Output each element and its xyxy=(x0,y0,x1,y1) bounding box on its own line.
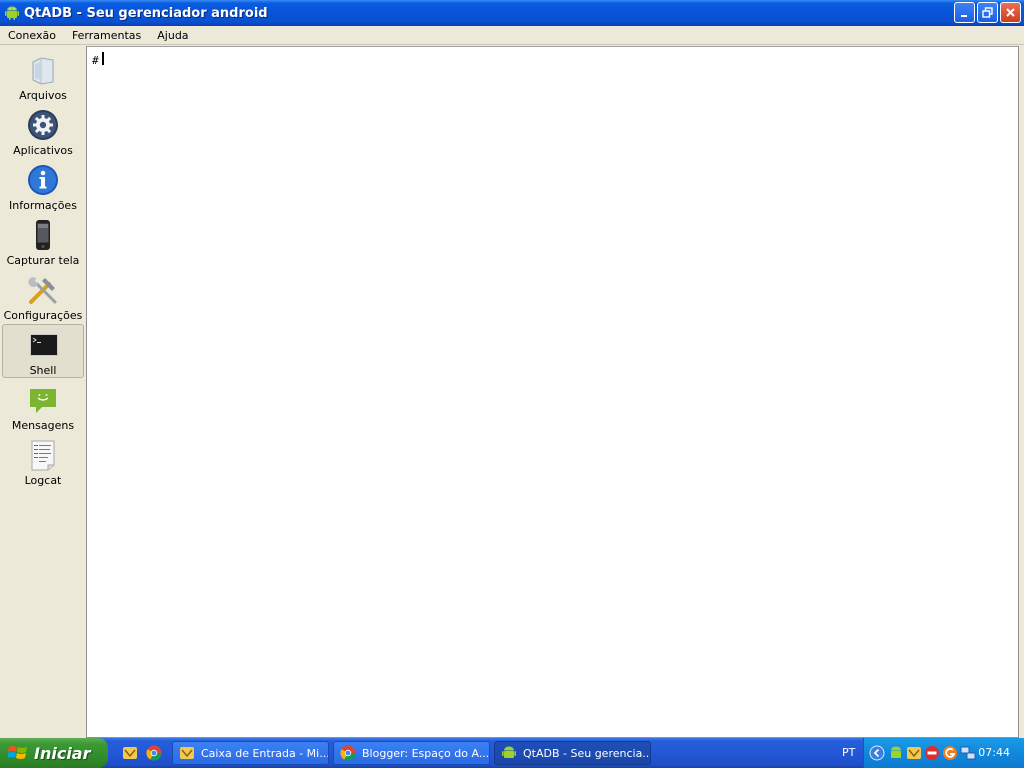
security-tray-icon[interactable] xyxy=(924,745,940,761)
info-icon xyxy=(28,165,58,195)
android-icon xyxy=(502,746,516,758)
task-chrome[interactable]: Blogger: Espaço do A... xyxy=(333,741,490,765)
sidebar-item-label: Logcat xyxy=(24,474,62,487)
sidebar-item-label: Aplicativos xyxy=(13,144,73,157)
minimize-button[interactable] xyxy=(954,2,975,23)
message-icon xyxy=(30,389,56,413)
sidebar-item-label: Configurações xyxy=(3,309,83,322)
sidebar-item-label: Capturar tela xyxy=(6,254,80,267)
close-icon xyxy=(1006,8,1015,17)
sidebar-item-label: Shell xyxy=(29,364,57,377)
close-button[interactable] xyxy=(1000,2,1021,23)
phone-icon xyxy=(36,220,50,250)
shell-console[interactable]: # xyxy=(86,46,1019,738)
sidebar-item-arquivos[interactable]: Arquivos xyxy=(2,50,84,104)
android-icon xyxy=(5,6,19,20)
sidebar-item-label: Arquivos xyxy=(19,89,67,102)
menu-conexao[interactable]: Conexão xyxy=(0,26,64,45)
sidebar: Arquivos Aplicativos Informações Captura… xyxy=(0,46,86,738)
restore-icon xyxy=(982,7,993,18)
menu-bar: Conexão Ferramentas Ajuda xyxy=(0,26,1024,45)
shell-prompt: # xyxy=(92,54,99,67)
tools-icon xyxy=(28,277,57,304)
mail-icon xyxy=(180,747,194,759)
title-bar[interactable]: QtADB - Seu gerenciador android xyxy=(0,0,1024,26)
sidebar-item-informacoes[interactable]: Informações xyxy=(2,160,84,214)
taskbar: Iniciar Caixa de Entrada - Mi... Blogger… xyxy=(0,738,1024,768)
menu-ajuda[interactable]: Ajuda xyxy=(149,26,196,45)
mail-quicklaunch-icon[interactable] xyxy=(122,745,138,761)
antivirus-tray-icon[interactable] xyxy=(942,745,958,761)
network-tray-icon[interactable] xyxy=(960,745,976,761)
system-tray: 07:44 xyxy=(863,738,1024,768)
restore-button[interactable] xyxy=(977,2,998,23)
sidebar-item-capturar-tela[interactable]: Capturar tela xyxy=(2,215,84,269)
menu-ferramentas[interactable]: Ferramentas xyxy=(64,26,149,45)
task-label: Blogger: Espaço do A... xyxy=(362,746,490,760)
start-button[interactable]: Iniciar xyxy=(0,738,108,768)
sidebar-item-configuracoes[interactable]: Configurações xyxy=(2,270,84,324)
window-title: QtADB - Seu gerenciador android xyxy=(24,5,268,21)
chrome-quicklaunch-icon[interactable] xyxy=(146,745,162,761)
sidebar-item-shell[interactable]: Shell xyxy=(2,324,84,378)
sidebar-item-aplicativos[interactable]: Aplicativos xyxy=(2,105,84,159)
start-label: Iniciar xyxy=(34,743,91,763)
gear-icon xyxy=(28,110,58,140)
sidebar-item-mensagens[interactable]: Mensagens xyxy=(2,380,84,434)
sidebar-item-logcat[interactable]: Logcat xyxy=(2,435,84,489)
sidebar-item-label: Informações xyxy=(9,199,77,212)
log-icon xyxy=(31,440,55,471)
clock: 07:44 xyxy=(978,746,1010,759)
folder-icon xyxy=(32,57,54,85)
terminal-icon xyxy=(30,334,58,356)
language-indicator[interactable]: PT xyxy=(842,746,855,759)
chrome-icon xyxy=(340,745,356,761)
minimize-icon xyxy=(961,15,967,17)
tray-expand-icon[interactable] xyxy=(869,745,885,761)
sidebar-item-label: Mensagens xyxy=(11,419,75,432)
text-cursor xyxy=(102,52,104,65)
task-label: Caixa de Entrada - Mi... xyxy=(201,746,329,760)
windows-flag-icon xyxy=(8,746,27,759)
android-tray-icon[interactable] xyxy=(888,745,904,761)
mail-tray-icon[interactable] xyxy=(906,745,922,761)
task-mail[interactable]: Caixa de Entrada - Mi... xyxy=(172,741,329,765)
task-label: QtADB - Seu gerencia... xyxy=(523,746,651,760)
task-qtadb[interactable]: QtADB - Seu gerencia... xyxy=(494,741,651,765)
